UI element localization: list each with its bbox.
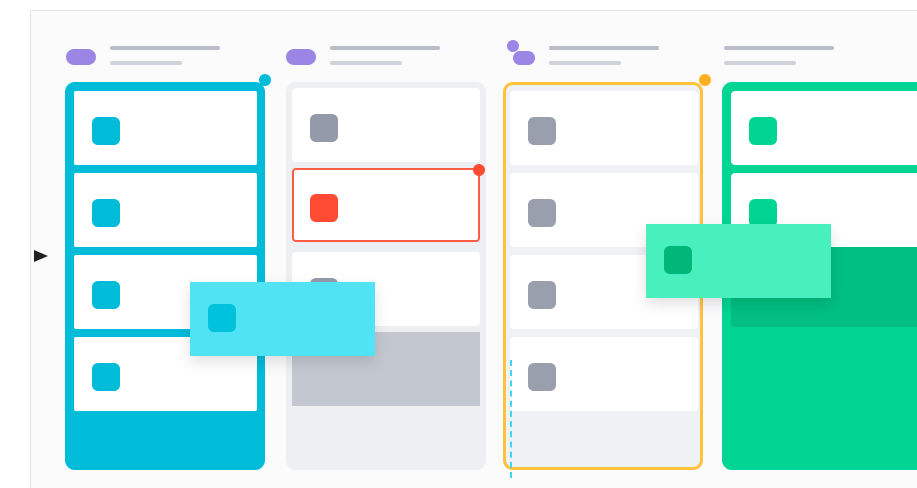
- card-icon: [92, 281, 120, 309]
- insertion-guide: [510, 360, 512, 478]
- card-icon: [528, 117, 556, 145]
- card-icon: [528, 363, 556, 391]
- kanban-card[interactable]: [74, 173, 257, 247]
- avatar-icon: [66, 49, 96, 65]
- card-icon: [749, 117, 777, 145]
- kanban-column-2[interactable]: [286, 82, 486, 470]
- card-icon: [310, 194, 338, 222]
- column-subtitle-placeholder: [724, 61, 796, 65]
- column-title-placeholder: [724, 46, 834, 50]
- column-title-placeholder: [330, 46, 440, 50]
- kanban-column-1[interactable]: [65, 82, 265, 470]
- kanban-card[interactable]: [731, 91, 917, 165]
- card-icon: [92, 363, 120, 391]
- column-subtitle-placeholder: [110, 61, 182, 65]
- card-icon: [664, 246, 692, 274]
- dragged-card-cyan[interactable]: [190, 282, 375, 356]
- pointer-arrow-icon: [34, 250, 48, 262]
- column-subtitle-placeholder: [330, 61, 402, 65]
- selection-handle-icon[interactable]: [259, 74, 271, 86]
- card-icon: [310, 114, 338, 142]
- avatar-icon: [286, 49, 316, 65]
- kanban-card[interactable]: [74, 91, 257, 165]
- dragged-card-green[interactable]: [646, 224, 831, 298]
- card-icon: [749, 199, 777, 227]
- selection-handle-icon[interactable]: [473, 164, 485, 176]
- column-title-placeholder: [110, 46, 220, 50]
- column-title-placeholder: [549, 46, 659, 50]
- kanban-card[interactable]: [510, 91, 698, 165]
- kanban-card[interactable]: [510, 337, 698, 411]
- avatar-group-icon: [505, 40, 535, 65]
- kanban-card[interactable]: [292, 88, 480, 162]
- selection-handle-icon[interactable]: [699, 74, 711, 86]
- card-icon: [528, 199, 556, 227]
- kanban-card-highlighted[interactable]: [292, 168, 480, 242]
- column-subtitle-placeholder: [549, 61, 621, 65]
- card-icon: [208, 304, 236, 332]
- card-icon: [92, 199, 120, 227]
- card-icon: [528, 281, 556, 309]
- card-icon: [92, 117, 120, 145]
